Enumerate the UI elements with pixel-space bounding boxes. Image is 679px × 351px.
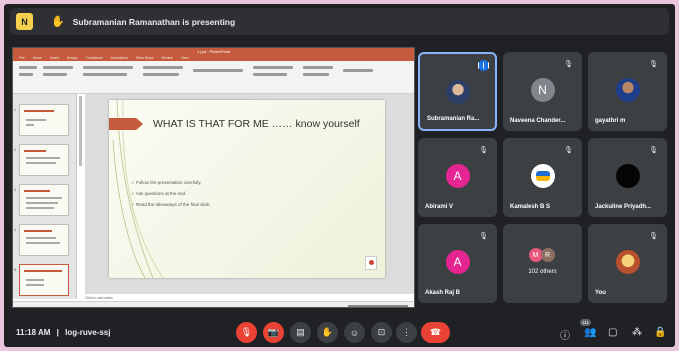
meet-window: N ✋ Subramanian Ramanathan is presenting… bbox=[4, 4, 675, 347]
slide-thumbnails[interactable]: 1 2 3 4 5 bbox=[13, 94, 77, 299]
captions-icon: ▤ bbox=[296, 327, 305, 337]
meeting-code: log-ruve-ssj bbox=[65, 328, 111, 337]
people-button[interactable]: 111 👥 bbox=[580, 319, 597, 338]
chat-icon[interactable]: ▢ bbox=[608, 327, 617, 338]
participant-name: Akash Raj B bbox=[425, 290, 461, 296]
slide-thumbnail[interactable] bbox=[19, 144, 69, 176]
people-icon: 👥 bbox=[584, 327, 597, 338]
slide-title: WHAT IS THAT FOR ME …… know yourself bbox=[153, 118, 360, 130]
mic-off-icon: 🎙 bbox=[240, 327, 253, 337]
slide-thumbnail[interactable] bbox=[19, 184, 69, 216]
reactions-button[interactable]: ☺ bbox=[344, 322, 365, 343]
ppt-status-bar bbox=[13, 301, 414, 307]
participant-name: Abirami V bbox=[425, 204, 454, 210]
participant-tile[interactable]: A 🎙 Akash Raj B bbox=[418, 224, 497, 303]
participant-avatar bbox=[615, 250, 640, 274]
more-icon: ⋮ bbox=[402, 327, 411, 337]
participant-avatar: N bbox=[530, 78, 555, 102]
participant-tile[interactable]: 🎙 gayathri m bbox=[588, 52, 667, 131]
self-tile[interactable]: 🎙 You bbox=[588, 224, 667, 303]
more-options-button[interactable]: ⋮ bbox=[396, 322, 417, 343]
captions-button[interactable]: ▤ bbox=[290, 322, 311, 343]
participant-tile[interactable]: 🎙 Kamalesh B S bbox=[503, 138, 582, 217]
leave-call-button[interactable]: ☎ bbox=[421, 322, 450, 343]
participant-avatar: A bbox=[445, 164, 470, 188]
slide-bullets: Follow the presentation carefully. Ask q… bbox=[131, 180, 211, 213]
speaking-indicator-icon: ❙❙❙ bbox=[476, 60, 491, 71]
mic-off-icon: 🎙 bbox=[479, 233, 488, 240]
slide-thumbnail[interactable] bbox=[19, 104, 69, 136]
ppt-window-title: 1.ppt - PowerPoint bbox=[13, 48, 414, 55]
notes-placeholder[interactable]: Click to add notes bbox=[85, 296, 113, 300]
others-count: 102 others bbox=[528, 269, 557, 275]
bullet-item: Read the takeaways of the final slide. bbox=[131, 202, 211, 208]
mic-off-icon: 🎙 bbox=[479, 147, 488, 154]
emoji-icon: ☺ bbox=[349, 327, 360, 338]
title-arrow-tag bbox=[109, 118, 143, 130]
host-controls-icon[interactable]: 🔒 bbox=[654, 327, 666, 338]
end-call-icon: ☎ bbox=[429, 327, 442, 337]
mic-off-icon: 🎙 bbox=[564, 147, 573, 154]
activities-icon[interactable]: ⁂ bbox=[632, 327, 642, 338]
participant-avatar bbox=[615, 164, 640, 188]
info-icon[interactable]: ⓘ bbox=[560, 327, 570, 342]
bullet-item: Ask questions at the end. bbox=[131, 191, 211, 197]
participant-avatar: A bbox=[445, 250, 470, 274]
participant-name: Subramanian Ra... bbox=[427, 116, 480, 122]
others-tile[interactable]: M R 102 others bbox=[503, 224, 582, 303]
participant-avatar bbox=[615, 78, 640, 102]
current-slide: WHAT IS THAT FOR ME …… know yourself Fol… bbox=[109, 100, 385, 278]
bullet-item: Follow the presentation carefully. bbox=[131, 180, 211, 186]
thumbnails-scrollbar[interactable] bbox=[79, 96, 82, 166]
participant-tile[interactable]: N 🎙 Naveena Chander... bbox=[503, 52, 582, 131]
people-count-badge: 111 bbox=[580, 319, 591, 326]
participant-name: Kamalesh B S bbox=[510, 204, 551, 210]
clock: 11:18 AM bbox=[16, 328, 51, 337]
participant-name: You bbox=[595, 290, 606, 296]
mic-off-icon: 🎙 bbox=[649, 61, 658, 68]
present-icon: ⊡ bbox=[377, 327, 386, 337]
mic-off-icon: 🎙 bbox=[649, 147, 658, 154]
participant-avatar bbox=[445, 80, 470, 104]
presenting-hand-icon: ✋ bbox=[51, 16, 65, 28]
others-avatars: M R bbox=[528, 248, 555, 262]
camera-toggle-button[interactable]: 📷 bbox=[263, 322, 284, 343]
meeting-details: 11:18 AM | log-ruve-ssj bbox=[16, 328, 110, 337]
slide-thumbnail-selected[interactable] bbox=[19, 264, 69, 296]
presenting-bar: N ✋ Subramanian Ramanathan is presenting bbox=[10, 8, 669, 35]
camera-off-icon: 📷 bbox=[267, 327, 280, 337]
present-screen-button[interactable]: ⊡ bbox=[371, 322, 392, 343]
presenting-label: Subramanian Ramanathan is presenting bbox=[72, 16, 236, 27]
hand-icon: ✋ bbox=[321, 327, 334, 337]
mic-off-icon: 🎙 bbox=[564, 61, 573, 68]
institution-logo bbox=[365, 256, 377, 270]
mini-avatar: R bbox=[540, 248, 555, 262]
app-logo: N bbox=[16, 13, 33, 30]
raise-hand-button[interactable]: ✋ bbox=[317, 322, 338, 343]
zoom-slider[interactable] bbox=[348, 305, 408, 307]
ppt-ribbon bbox=[13, 61, 414, 94]
meeting-controls: 11:18 AM | log-ruve-ssj 🎙 📷 ▤ ✋ ☺ ⊡ ⋮ ☎ … bbox=[4, 319, 675, 347]
participant-name: Naveena Chander... bbox=[510, 118, 566, 124]
separator: | bbox=[56, 328, 59, 337]
mic-toggle-button[interactable]: 🎙 bbox=[236, 322, 257, 343]
participant-tile[interactable]: A 🎙 Abirami V bbox=[418, 138, 497, 217]
participant-tile[interactable]: ❙❙❙ Subramanian Ra... bbox=[418, 52, 497, 131]
shared-screen: 1.ppt - PowerPoint File Home Insert Design T… bbox=[12, 47, 415, 308]
participant-name: gayathri m bbox=[595, 118, 626, 124]
participant-avatar bbox=[530, 164, 555, 188]
slide-thumbnail[interactable] bbox=[19, 224, 69, 256]
participant-name: Jackuline Priyadh... bbox=[595, 204, 652, 210]
mic-off-icon: 🎙 bbox=[649, 233, 658, 240]
participant-tile[interactable]: 🎙 Jackuline Priyadh... bbox=[588, 138, 667, 217]
